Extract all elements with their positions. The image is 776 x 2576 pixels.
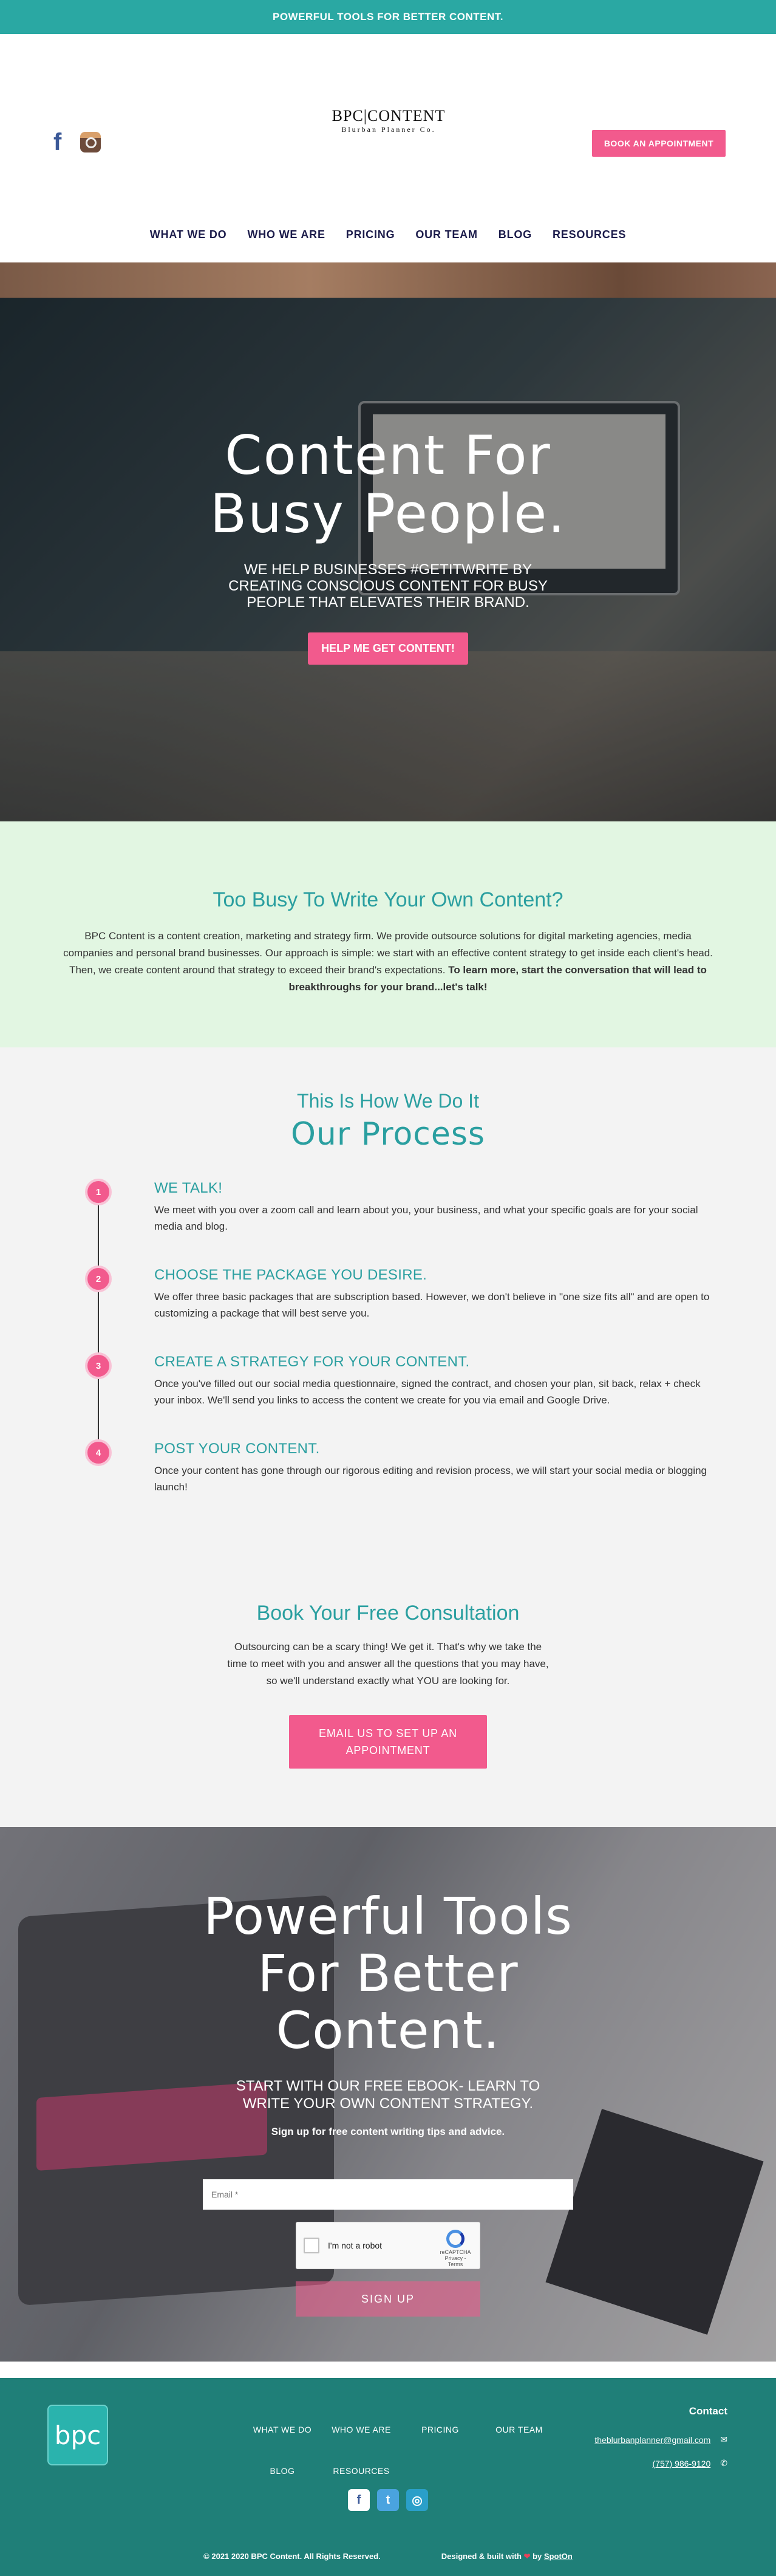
consultation-block: Book Your Free Consultation Outsourcing … xyxy=(0,1601,776,1769)
step-title: CREATE A STRATEGY FOR YOUR CONTENT. xyxy=(154,1354,470,1370)
recaptcha-checkbox[interactable] xyxy=(304,2238,319,2253)
nav-what-we-do[interactable]: WHAT WE DO xyxy=(150,228,227,241)
footer-nav-our-team[interactable]: OUR TEAM xyxy=(480,2425,559,2434)
consult-title: Book Your Free Consultation xyxy=(256,1601,520,1625)
heart-icon: ❤ xyxy=(523,2552,531,2561)
step-connector xyxy=(98,1292,99,1354)
recaptcha-label: I'm not a robot xyxy=(328,2241,383,2250)
step-number: 4 xyxy=(85,1439,112,1466)
step-number: 2 xyxy=(85,1266,112,1292)
process-section: This Is How We Do It Our Process 1 WE TA… xyxy=(0,1047,776,1827)
email-input[interactable] xyxy=(203,2179,573,2210)
contact-email-link[interactable]: theblurbanplanner@gmail.com xyxy=(594,2435,710,2445)
site-header: f BPC|CONTENT Blurban Planner Co. BOOK A… xyxy=(0,34,776,262)
process-steps: 1 WE TALK! We meet with you over a zoom … xyxy=(85,1179,716,1527)
busy-body: BPC Content is a content creation, marke… xyxy=(63,930,713,993)
get-content-button[interactable]: HELP ME GET CONTENT! xyxy=(308,632,468,665)
step-text: We offer three basic packages that are s… xyxy=(154,1291,710,1319)
ebook-title: Powerful Tools For Better Content. xyxy=(203,1886,573,2060)
wood-strip-image xyxy=(0,262,776,298)
spoton-link[interactable]: SpotOn xyxy=(544,2552,573,2561)
footer-nav-who-we-are[interactable]: WHO WE ARE xyxy=(322,2425,401,2434)
footer-nav: WHAT WE DO WHO WE ARE PRICING OUR TEAM B… xyxy=(243,2425,583,2476)
step-number: 1 xyxy=(85,1179,112,1205)
process-step: 2 CHOOSE THE PACKAGE YOU DESIRE. We offe… xyxy=(85,1266,716,1354)
nav-blog[interactable]: BLOG xyxy=(499,228,532,241)
logo-sub: Blurban Planner Co. xyxy=(341,125,436,134)
process-step: 3 CREATE A STRATEGY FOR YOUR CONTENT. On… xyxy=(85,1352,716,1440)
nav-resources[interactable]: RESOURCES xyxy=(553,228,626,241)
instagram-icon[interactable] xyxy=(80,132,101,152)
process-step: 4 POST YOUR CONTENT. Once your content h… xyxy=(85,1439,716,1527)
step-title: CHOOSE THE PACKAGE YOU DESIRE. xyxy=(154,1267,427,1283)
nav-pricing[interactable]: PRICING xyxy=(346,228,395,241)
announcement-bar: POWERFUL TOOLS FOR BETTER CONTENT. xyxy=(0,0,776,34)
recaptcha-icon xyxy=(446,2230,465,2248)
busy-section: Too Busy To Write Your Own Content? BPC … xyxy=(0,821,776,1047)
hero-title: Content For Busy People. xyxy=(209,424,567,545)
footer-nav-pricing[interactable]: PRICING xyxy=(401,2425,480,2434)
contact-title: Contact xyxy=(689,2405,727,2417)
instagram-icon[interactable]: ◎ xyxy=(406,2489,428,2511)
busy-title: Too Busy To Write Your Own Content? xyxy=(213,888,563,911)
recaptcha-badge: reCAPTCHA Privacy - Terms xyxy=(438,2230,472,2267)
hero-section: Content For Busy People. WE HELP BUSINES… xyxy=(0,298,776,821)
footer-logo[interactable]: bpc xyxy=(47,2405,108,2465)
step-text: We meet with you over a zoom call and le… xyxy=(154,1204,698,1232)
recaptcha-widget[interactable]: I'm not a robot reCAPTCHA Privacy - Term… xyxy=(296,2222,480,2269)
built-with: Designed & built with ❤ by SpotOn xyxy=(441,2552,573,2561)
contact-phone-link[interactable]: (757) 986-9120 xyxy=(653,2459,711,2468)
copyright: © 2021 2020 BPC Content. All Rights Rese… xyxy=(203,2552,381,2561)
email-appointment-button[interactable]: EMAIL US TO SET UP AN APPOINTMENT xyxy=(289,1715,487,1769)
book-appointment-button[interactable]: BOOK AN APPOINTMENT xyxy=(592,130,726,157)
consult-text: Outsourcing can be a scary thing! We get… xyxy=(227,1641,549,1687)
logo-main: BPC|CONTENT xyxy=(332,107,446,125)
announcement-text: POWERFUL TOOLS FOR BETTER CONTENT. xyxy=(273,11,503,22)
hero-subtitle: WE HELP BUSINESSES #GETITWRITE BY CREATI… xyxy=(228,561,548,611)
ebook-signup-text: Sign up for free content writing tips an… xyxy=(271,2126,505,2137)
facebook-icon[interactable]: f xyxy=(53,130,66,154)
nav-who-we-are[interactable]: WHO WE ARE xyxy=(247,228,325,241)
step-connector xyxy=(98,1205,99,1267)
step-text: Once you've filled out our social media … xyxy=(154,1378,701,1406)
step-text: Once your content has gone through our r… xyxy=(154,1465,707,1493)
ebook-subtitle: START WITH OUR FREE EBOOK- LEARN TO WRIT… xyxy=(236,2078,540,2112)
header-social: f xyxy=(53,130,101,154)
footer-social: f t ◎ xyxy=(0,2489,776,2511)
main-nav: WHAT WE DO WHO WE ARE PRICING OUR TEAM B… xyxy=(0,228,776,241)
twitter-icon[interactable]: t xyxy=(377,2489,399,2511)
process-pretitle: This Is How We Do It xyxy=(297,1090,479,1112)
process-step: 1 WE TALK! We meet with you over a zoom … xyxy=(85,1179,716,1267)
nav-our-team[interactable]: OUR TEAM xyxy=(415,228,477,241)
facebook-icon[interactable]: f xyxy=(348,2489,370,2511)
envelope-icon: ✉ xyxy=(720,2434,727,2444)
footer-nav-blog[interactable]: BLOG xyxy=(243,2466,322,2476)
site-logo[interactable]: BPC|CONTENT Blurban Planner Co. xyxy=(328,107,449,143)
site-footer: bpc WHAT WE DO WHO WE ARE PRICING OUR TE… xyxy=(0,2362,776,2576)
footer-nav-resources[interactable]: RESOURCES xyxy=(322,2466,401,2476)
phone-icon: ✆ xyxy=(720,2458,727,2468)
process-title: Our Process xyxy=(290,1116,486,1153)
signup-button[interactable]: SIGN UP xyxy=(296,2281,480,2317)
step-title: POST YOUR CONTENT. xyxy=(154,1440,320,1457)
footer-bottom: © 2021 2020 BPC Content. All Rights Rese… xyxy=(0,2552,776,2561)
step-number: 3 xyxy=(85,1352,112,1379)
footer-nav-what-we-do[interactable]: WHAT WE DO xyxy=(243,2425,322,2434)
ebook-section: Powerful Tools For Better Content. START… xyxy=(0,1827,776,2362)
footer-contact: Contact theblurbanplanner@gmail.com ✉ (75… xyxy=(594,2405,727,2482)
step-title: WE TALK! xyxy=(154,1180,223,1196)
step-connector xyxy=(98,1379,99,1440)
